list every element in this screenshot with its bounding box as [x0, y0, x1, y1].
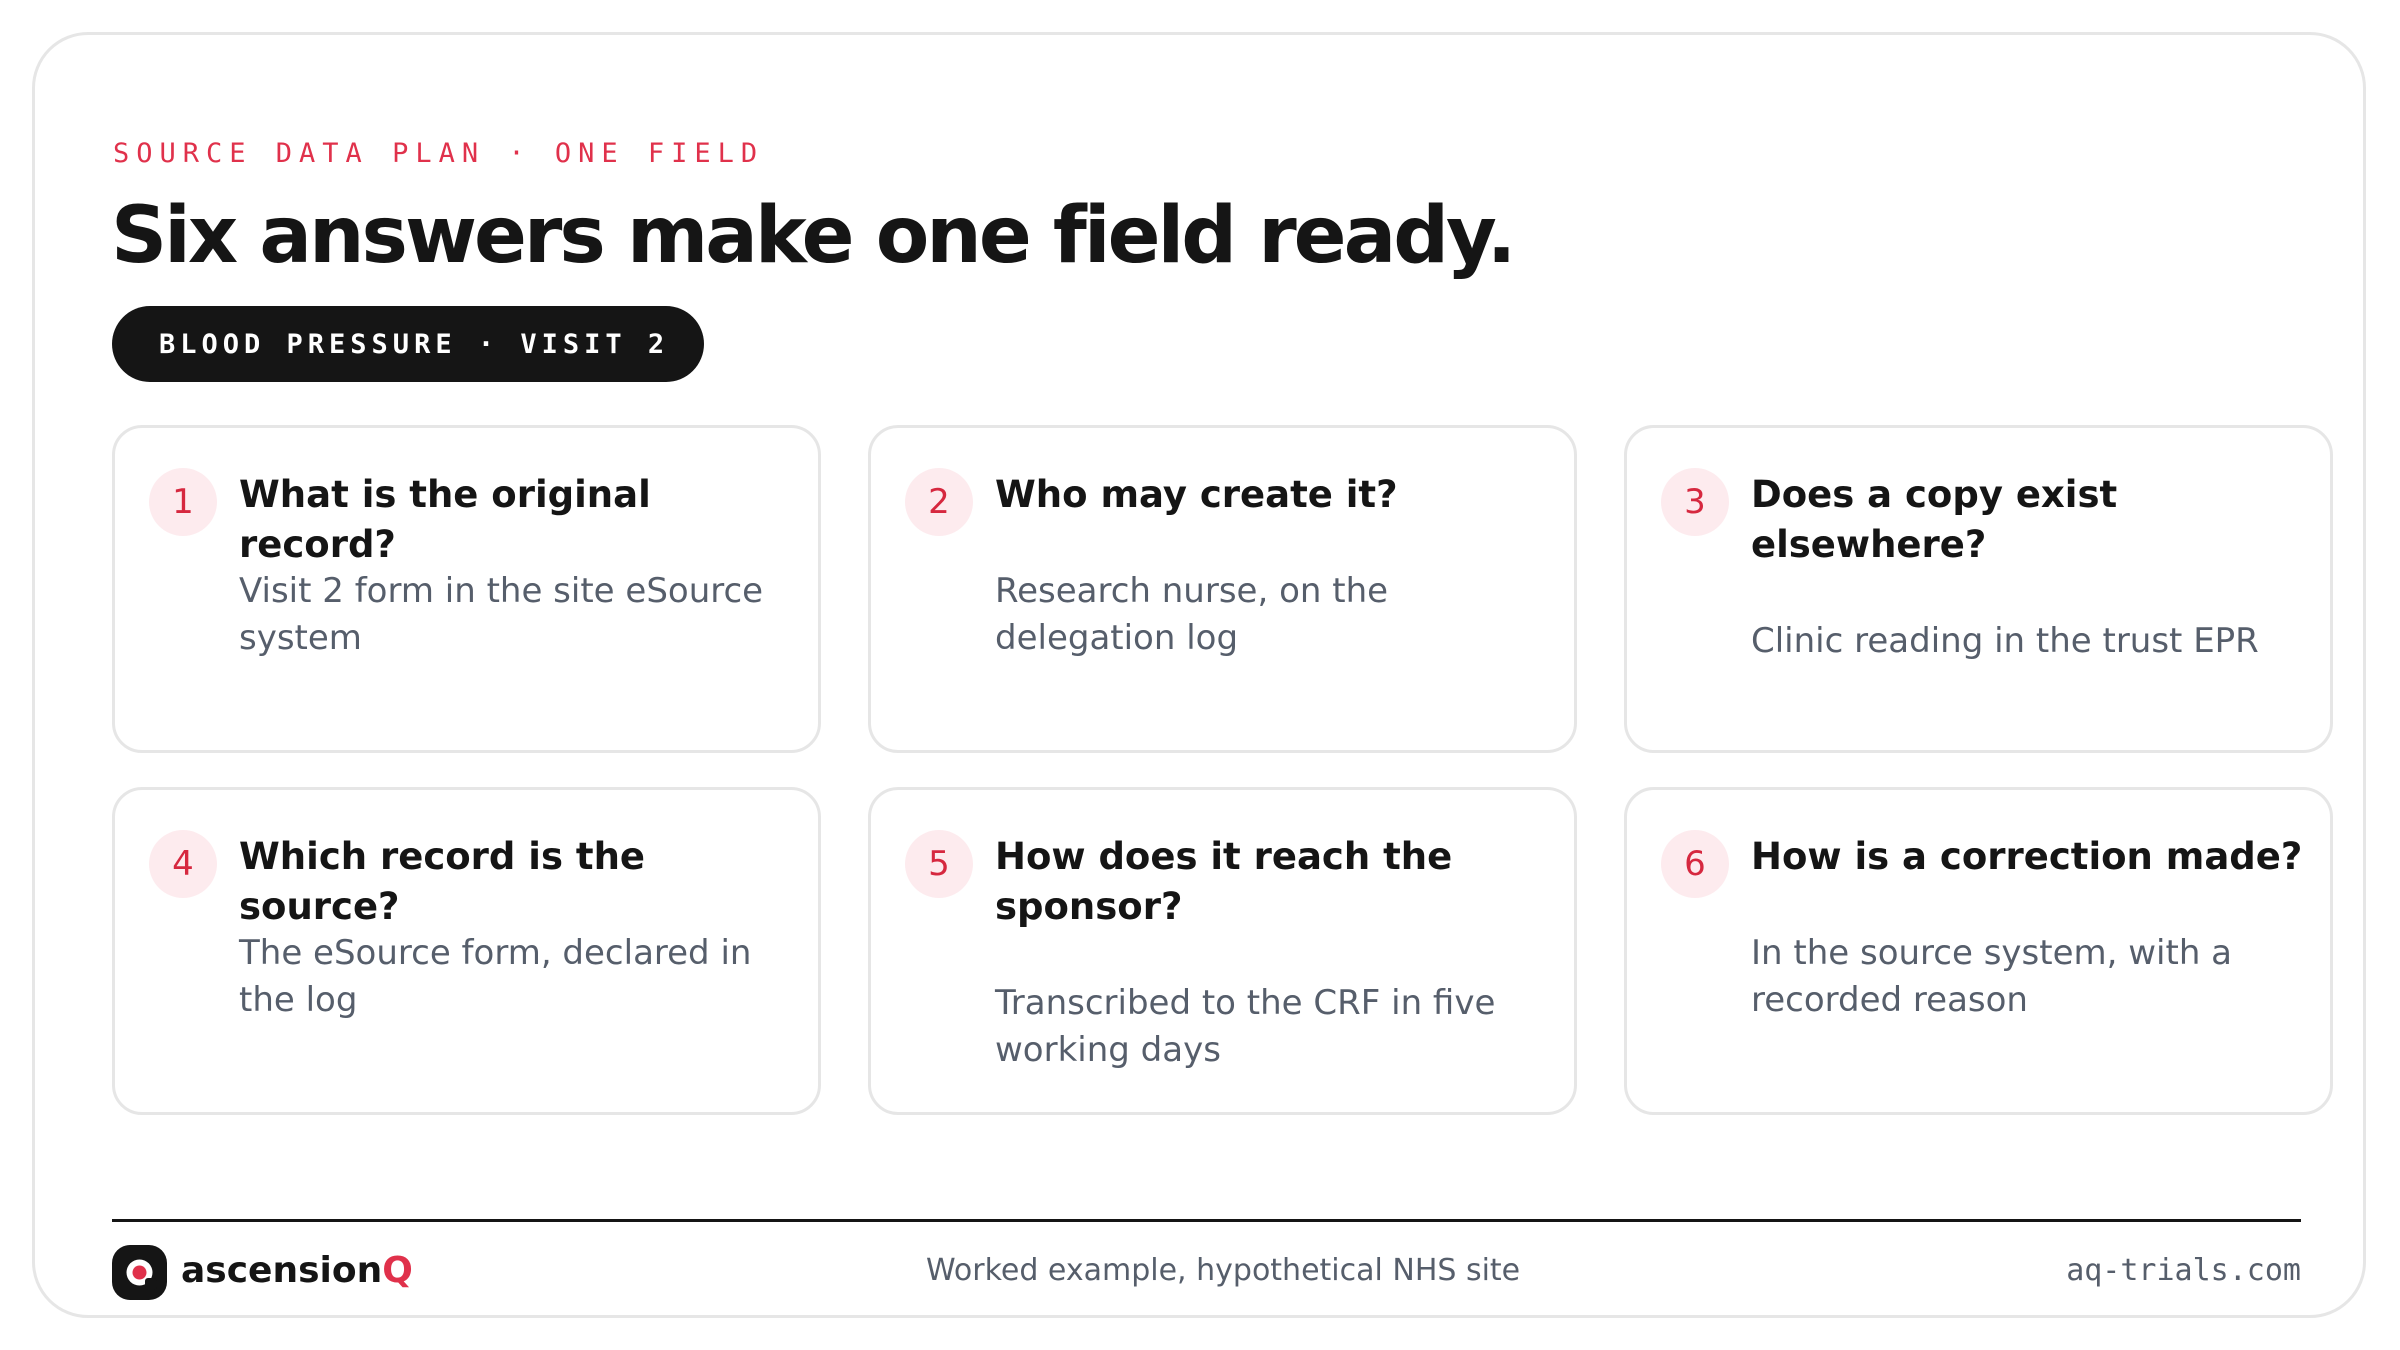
card-answer: In the source system, with a recorded re…: [1751, 933, 2233, 1020]
step-number-badge: 3: [1661, 468, 1729, 536]
brand-wordmark: ascensionQ: [181, 1250, 413, 1291]
card-question: Who may create it?: [995, 473, 1398, 516]
footer-note: Worked example, hypothetical NHS site: [926, 1253, 1521, 1288]
question-card-3: 3 Does a copy exist elsewhere? Clinic re…: [1624, 425, 2333, 753]
step-number-badge: 6: [1661, 830, 1729, 898]
card-question: How is a correction made?: [1751, 835, 2303, 878]
page-title: Six answers make one field ready.: [111, 191, 1516, 281]
question-card-1: 1 What is the original record? Visit 2 f…: [112, 425, 821, 753]
card-question: Does a copy exist elsewhere?: [1751, 473, 2118, 566]
step-number-badge: 5: [905, 830, 973, 898]
card-answer: The eSource form, declared in the log: [239, 933, 752, 1020]
card-answer: Research nurse, on the delegation log: [995, 571, 1389, 658]
brand-accent: Q: [382, 1250, 413, 1291]
card-question: What is the original record?: [239, 473, 651, 566]
footer-divider: [112, 1219, 2301, 1222]
card-question: Which record is the source?: [239, 835, 646, 928]
question-card-6: 6 How is a correction made? In the sourc…: [1624, 787, 2333, 1115]
brand-main: ascension: [181, 1250, 383, 1291]
question-card-2: 2 Who may create it? Research nurse, on …: [868, 425, 1577, 753]
step-number-badge: 1: [149, 468, 217, 536]
question-card-5: 5 How does it reach the sponsor? Transcr…: [868, 787, 1577, 1115]
card-question: How does it reach the sponsor?: [995, 835, 1453, 928]
field-pill: BLOOD PRESSURE · VISIT 2: [112, 306, 704, 382]
card-answer: Visit 2 form in the site eSource system: [239, 571, 764, 658]
ascensionq-logo-icon: [112, 1245, 167, 1300]
card-answer: Clinic reading in the trust EPR: [1751, 621, 2259, 661]
card-answer: Transcribed to the CRF in five working d…: [995, 983, 1496, 1070]
eyebrow-label: SOURCE DATA PLAN · ONE FIELD: [113, 138, 765, 169]
step-number-badge: 2: [905, 468, 973, 536]
question-card-4: 4 Which record is the source? The eSourc…: [112, 787, 821, 1115]
step-number-badge: 4: [149, 830, 217, 898]
footer-url: aq-trials.com: [2066, 1253, 2301, 1288]
